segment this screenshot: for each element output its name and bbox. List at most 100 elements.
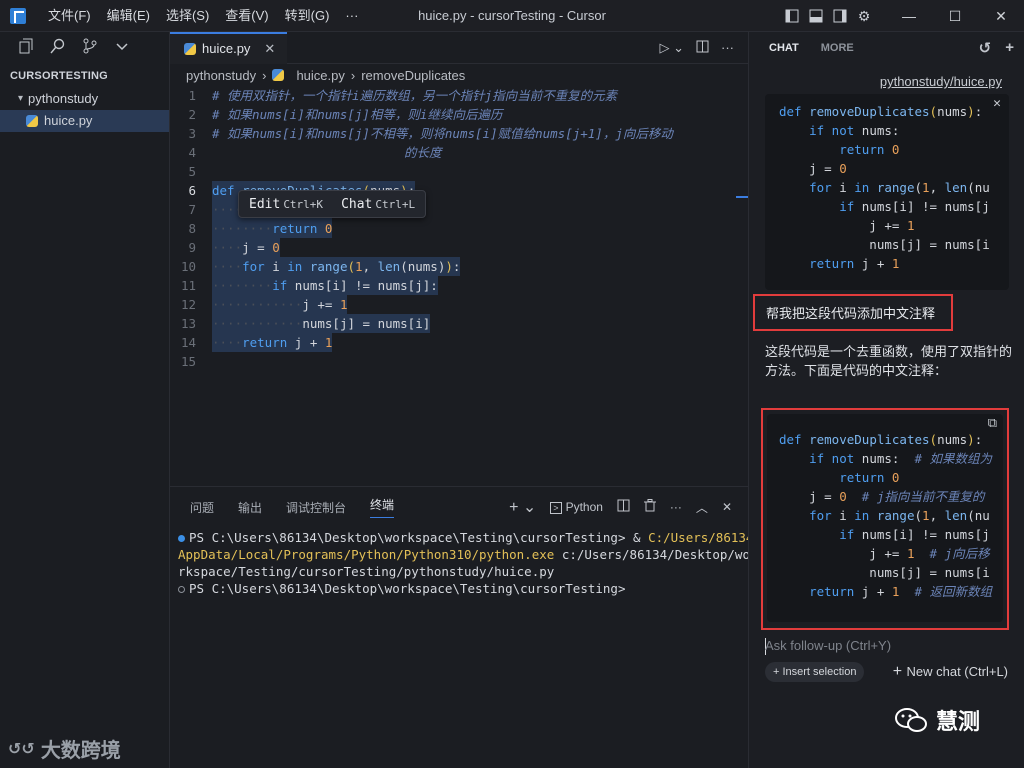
settings-gear-icon[interactable]: ⚙	[852, 0, 876, 32]
menu-more[interactable]: ···	[337, 0, 366, 32]
code-line: 1 # 使用双指针，一个指针i遍历数组，另一个指针j指向当前不重复的元素	[188, 88, 618, 103]
split-terminal-icon[interactable]	[617, 499, 630, 515]
tab-terminal[interactable]: 终端	[370, 496, 395, 518]
editor-tabbar: huice.py ✕ ▷ ⌄ ···	[170, 31, 748, 64]
source-control-icon[interactable]	[82, 38, 98, 59]
close-window-button[interactable]: ✕	[978, 0, 1024, 32]
editor-area: huice.py ✕ ▷ ⌄ ··· pythonstudy › huice.p…	[170, 31, 748, 486]
breadcrumb: pythonstudy › huice.py › removeDuplicate…	[170, 64, 748, 86]
inline-edit-chat-popup: Edit Ctrl+K Chat Ctrl+L	[238, 190, 427, 218]
trash-icon[interactable]	[643, 499, 656, 515]
search-icon[interactable]	[50, 38, 66, 59]
explorer-sidebar: CURSORTESTING ▾ pythonstudy huice.py	[0, 32, 170, 768]
assistant-message-text: 这段代码是一个去重函数，使用了双指针的方法。下面是代码的中文注释：	[765, 344, 1013, 378]
more-actions-icon[interactable]: ···	[721, 40, 734, 56]
file-label: huice.py	[44, 113, 93, 128]
tree-file-huice[interactable]: huice.py	[0, 110, 169, 132]
menu-file[interactable]: 文件(F)	[40, 0, 99, 32]
split-editor-icon[interactable]	[696, 40, 709, 56]
chevron-right-icon: ›	[262, 67, 267, 83]
more-actions-icon[interactable]: ···	[670, 500, 682, 514]
bottom-panel: 问题 输出 调试控制台 终端 + ⌄ > Python ··· ︿ ✕ PS C:…	[170, 486, 761, 768]
close-tab-icon[interactable]: ✕	[264, 41, 275, 57]
wechat-icon	[894, 706, 928, 734]
code-line: 2 # 如果nums[i]和nums[j]相等，则i继续向后遍历	[188, 107, 503, 122]
breadcrumb-file[interactable]: huice.py	[296, 68, 344, 83]
code-line: 13 ············nums[j] = nums[i]	[180, 314, 431, 333]
code-line: 8 ········return 0	[188, 219, 333, 238]
chat-tabbar: CHAT MORE ↺ +	[749, 32, 1024, 64]
user-message-text: 帮我把这段代码添加中文注释	[766, 306, 936, 321]
code-editor[interactable]: 1 # 使用双指针，一个指针i遍历数组，另一个指针j指向当前不重复的元素 2 # 如…	[170, 86, 748, 371]
breadcrumb-symbol[interactable]: removeDuplicates	[361, 68, 465, 83]
toggle-secondary-sidebar-icon[interactable]	[828, 0, 852, 32]
inline-chat-button[interactable]: Chat Ctrl+L	[341, 197, 415, 212]
title-bar: 文件(F) 编辑(E) 选择(S) 查看(V) 转到(G) ··· huice.…	[0, 0, 1024, 32]
terminal-line: PS C:\Users\86134\Desktop\workspace\Test…	[178, 580, 742, 597]
toggle-panel-icon[interactable]	[804, 0, 828, 32]
menu-edit[interactable]: 编辑(E)	[99, 0, 158, 32]
maximize-panel-icon[interactable]: ︿	[696, 499, 708, 516]
tree-folder-pythonstudy[interactable]: ▾ pythonstudy	[0, 88, 169, 110]
tab-problems[interactable]: 问题	[190, 499, 214, 516]
python-file-icon	[184, 42, 196, 55]
terminal-line: PS C:\Users\86134\Desktop\workspace\Test…	[178, 529, 761, 546]
terminal-output[interactable]: PS C:\Users\86134\Desktop\workspace\Test…	[170, 527, 761, 597]
chevron-right-icon: ›	[350, 67, 356, 83]
run-icon[interactable]: ▷ ⌄	[659, 40, 684, 56]
breadcrumb-folder[interactable]: pythonstudy	[186, 68, 256, 83]
tab-chat[interactable]: CHAT	[769, 42, 799, 54]
assistant-code-block: ⧉ def removeDuplicates(nums): if not num…	[767, 414, 1003, 622]
menu-selection[interactable]: 选择(S)	[158, 0, 217, 32]
folder-label: pythonstudy	[28, 91, 99, 106]
menu-go[interactable]: 转到(G)	[277, 0, 338, 32]
maximize-button[interactable]: ☐	[932, 0, 978, 32]
code-line: 5	[188, 164, 196, 179]
scrollbar-marker	[736, 196, 748, 198]
inline-edit-button[interactable]: Edit Ctrl+K	[249, 197, 323, 212]
context-file-link[interactable]: pythonstudy/huice.py	[749, 74, 1024, 89]
app-logo-icon	[10, 7, 26, 24]
terminal-line: rkspace/Testing/cursorTesting/pythonstud…	[178, 564, 555, 579]
explorer-files-icon[interactable]	[18, 38, 34, 59]
new-terminal-icon[interactable]: + ⌄	[509, 497, 536, 517]
copy-icon[interactable]: ⧉	[988, 416, 997, 431]
tab-debug-console[interactable]: 调试控制台	[286, 499, 346, 516]
watermark-logo-icon: ↺↺	[8, 740, 35, 758]
python-file-icon	[272, 69, 285, 81]
close-icon[interactable]: ✕	[993, 96, 1001, 111]
terminal-icon: >	[550, 502, 562, 514]
chevron-down-icon: ▾	[18, 93, 24, 104]
menu-view[interactable]: 查看(V)	[217, 0, 276, 32]
watermark-right: 慧测	[894, 704, 980, 736]
context-code-block: ✕ def removeDuplicates(nums): if not num…	[765, 94, 1009, 290]
terminal-line: AppData/Local/Programs/Python/Python310/…	[178, 547, 750, 562]
watermark-left: ↺↺ 大数跨境	[8, 740, 121, 762]
minimize-button[interactable]: —	[886, 0, 932, 32]
terminal-shell-selector[interactable]: > Python	[550, 500, 603, 514]
insert-selection-button[interactable]: + Insert selection	[765, 662, 865, 682]
new-chat-button[interactable]: + New chat (Ctrl+L)	[893, 662, 1008, 682]
command-pending-icon	[178, 586, 185, 593]
follow-up-input[interactable]: Ask follow-up (Ctrl+Y)	[765, 638, 891, 653]
tab-more[interactable]: MORE	[821, 42, 854, 54]
add-chat-icon[interactable]: +	[1005, 39, 1014, 57]
code-line: 12 ············j += 1	[180, 295, 348, 314]
tab-label: huice.py	[202, 41, 251, 56]
code-line: 14 ····return j + 1	[180, 333, 333, 352]
tab-huice[interactable]: huice.py ✕	[170, 31, 288, 64]
code-line: 4 的长度	[188, 145, 442, 160]
tab-output[interactable]: 输出	[238, 499, 262, 516]
code-line: 10 ····for i in range(1, len(nums)):	[180, 257, 461, 276]
panel-tabbar: 问题 输出 调试控制台 终端 + ⌄ > Python ··· ︿ ✕	[170, 487, 748, 527]
user-message: 帮我把这段代码添加中文注释	[753, 294, 953, 331]
python-file-icon	[26, 115, 38, 127]
menu-bar: 文件(F) 编辑(E) 选择(S) 查看(V) 转到(G) ···	[40, 0, 366, 32]
chevron-down-icon[interactable]	[114, 38, 130, 59]
history-icon[interactable]: ↺	[979, 39, 992, 57]
code-line: 3 # 如果nums[i]和nums[j]不相等，则将nums[i]赋值给nums…	[188, 126, 673, 141]
toggle-sidebar-icon[interactable]	[780, 0, 804, 32]
close-panel-icon[interactable]: ✕	[722, 500, 732, 514]
command-success-icon	[178, 535, 185, 542]
code-line: 11 ········if nums[i] != nums[j]:	[180, 276, 438, 295]
